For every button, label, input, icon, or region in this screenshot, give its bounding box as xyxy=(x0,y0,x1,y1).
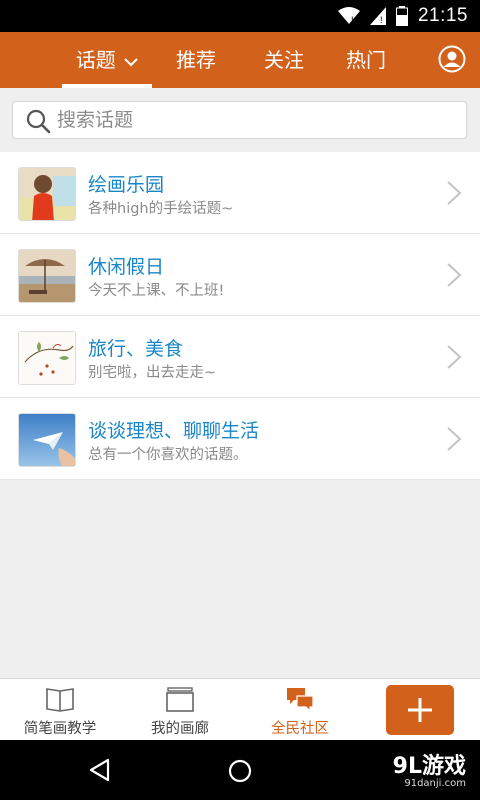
topic-list: 绘画乐园 各种high的手绘话题~ 休闲假日 今天不上课、不上班! 旅行、美食 … xyxy=(0,152,480,480)
bottom-tab-tutorial[interactable]: 简笔画教学 xyxy=(0,679,120,741)
chevron-right-icon xyxy=(447,263,462,287)
search-icon xyxy=(26,109,51,134)
bottom-tab-community-label: 全民社区 xyxy=(271,721,329,737)
bottom-tab-gallery[interactable]: 我的画廊 xyxy=(120,679,240,741)
chat-bubbles-icon xyxy=(287,688,314,713)
book-icon xyxy=(46,688,74,712)
topic-subtitle: 今天不上课、不上班! xyxy=(88,283,225,299)
chevron-down-icon xyxy=(124,57,138,66)
paper-plane-thumbnail xyxy=(18,413,76,467)
tab-follow[interactable]: 关注 xyxy=(248,32,320,88)
topic-list-item[interactable]: 绘画乐园 各种high的手绘话题~ xyxy=(0,152,480,234)
profile-icon[interactable] xyxy=(438,45,466,73)
svg-text:!: ! xyxy=(351,15,354,25)
bottom-tab-gallery-label: 我的画廊 xyxy=(151,721,209,737)
watermark-logo: 9L游戏 xyxy=(392,754,466,779)
tab-follow-label: 关注 xyxy=(264,48,304,72)
topic-subtitle: 别宅啦，出去走走~ xyxy=(88,365,217,381)
top-navigation: 话题 推荐 关注 热门 xyxy=(0,32,480,88)
watermark: 9L游戏 91danji.com xyxy=(393,748,466,789)
chevron-right-icon xyxy=(447,427,462,451)
add-button[interactable] xyxy=(386,685,454,735)
wifi-icon: ! xyxy=(337,7,360,25)
signal-icon: ! xyxy=(369,7,386,25)
home-icon[interactable] xyxy=(228,759,252,783)
tab-recommend-label: 推荐 xyxy=(176,48,216,72)
bottom-tab-community[interactable]: 全民社区 xyxy=(240,679,360,741)
topic-list-item[interactable]: 谈谈理想、聊聊生活 总有一个你喜欢的话题。 xyxy=(0,398,480,480)
plus-icon xyxy=(408,698,432,722)
chevron-right-icon xyxy=(447,345,462,369)
topic-list-item[interactable]: 旅行、美食 别宅啦，出去走走~ xyxy=(0,316,480,398)
topic-subtitle: 各种high的手绘话题~ xyxy=(88,201,234,217)
topic-list-item[interactable]: 休闲假日 今天不上课、不上班! xyxy=(0,234,480,316)
sketch-branch-thumbnail xyxy=(18,331,76,385)
battery-icon xyxy=(395,6,408,26)
tab-recommend[interactable]: 推荐 xyxy=(160,32,232,88)
topic-subtitle: 总有一个你喜欢的话题。 xyxy=(88,447,248,463)
topic-title: 谈谈理想、聊聊生活 xyxy=(88,420,260,442)
watermark-url: 91danji.com xyxy=(404,778,466,789)
bottom-tab-tutorial-label: 简笔画教学 xyxy=(23,721,97,737)
beach-umbrella-thumbnail xyxy=(18,249,76,303)
gallery-icon xyxy=(166,687,194,712)
topic-title: 旅行、美食 xyxy=(88,338,184,360)
tab-hot-label: 热门 xyxy=(346,48,386,72)
back-icon[interactable] xyxy=(88,758,112,782)
chevron-right-icon xyxy=(447,181,462,205)
search-input[interactable] xyxy=(57,102,457,138)
bottom-tab-bar: 简笔画教学 我的画廊 全民社区 xyxy=(0,678,480,740)
tab-hot[interactable]: 热门 xyxy=(330,32,402,88)
svg-text:!: ! xyxy=(380,15,383,25)
tab-topics-label: 话题 xyxy=(75,48,116,72)
topic-title: 休闲假日 xyxy=(88,256,165,278)
system-navigation-bar: 9L游戏 91danji.com xyxy=(0,740,480,800)
search-box[interactable] xyxy=(12,101,467,139)
active-tab-indicator xyxy=(62,84,152,88)
status-time: 21:15 xyxy=(417,5,468,26)
topic-title: 绘画乐园 xyxy=(88,174,165,196)
tab-topics[interactable]: 话题 xyxy=(62,32,152,88)
status-icons: ! ! 21:15 xyxy=(337,5,468,27)
girl-painting-thumbnail xyxy=(18,167,76,221)
status-bar: ! ! 21:15 xyxy=(0,0,480,32)
